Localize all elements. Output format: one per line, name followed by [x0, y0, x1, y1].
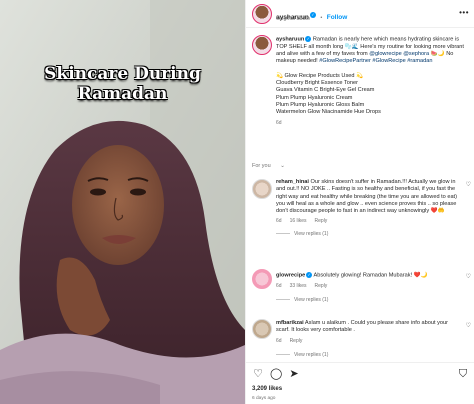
commenter-avatar[interactable]: [252, 179, 272, 199]
comment-time: 6d: [276, 337, 282, 344]
comments-scroll-area[interactable]: aysharuun ✓ Ramadan is nearly here which …: [246, 29, 474, 360]
post-actions-bar: ♡ ◯ ➤ ⛉ 3,209 likes 6 days ago: [246, 362, 474, 404]
product-item: Watermelon Glow Niacinamide Hue Drops: [276, 109, 381, 116]
comment-text: Absolutely glowing! Ramadan Mubarak! ❤️🌙: [313, 272, 428, 279]
reply-button[interactable]: Reply: [315, 283, 328, 289]
more-options-icon[interactable]: •••: [459, 8, 469, 17]
comment-item: glowrecipe ✓ Absolutely glowing! Ramadan …: [276, 272, 461, 304]
comment-likes[interactable]: 16 likes: [290, 218, 307, 224]
caption-avatar[interactable]: [252, 35, 272, 55]
product-item: Plum Plump Hyaluronic Gloss Balm: [276, 101, 365, 108]
post-likes-count[interactable]: 3,209 likes: [252, 386, 282, 392]
follow-button[interactable]: Follow: [327, 14, 348, 21]
view-replies-button[interactable]: View replies (1): [276, 352, 461, 359]
post-side-panel: aysharuun ✓ • Follow Original audio ••• a…: [245, 0, 474, 404]
verified-badge-icon: ✓: [305, 36, 312, 42]
for-you-label[interactable]: For you ⌄: [252, 163, 293, 169]
commenter-avatar[interactable]: [252, 269, 272, 289]
post-header: aysharuun ✓ • Follow Original audio •••: [246, 0, 474, 28]
caption-time: 6d: [276, 120, 282, 127]
view-replies-button[interactable]: View replies (1): [276, 297, 461, 304]
like-heart-icon[interactable]: ♡: [252, 368, 264, 380]
comment-item: reham_hinai Our skins doesn't suffer in …: [276, 179, 461, 238]
caption-mentions[interactable]: @glowrecipe @sephora: [369, 51, 429, 57]
comment-meta: 6d Reply: [276, 338, 461, 345]
like-comment-heart-icon[interactable]: ♡: [466, 273, 471, 280]
view-replies-button[interactable]: View replies (1): [276, 231, 461, 238]
verified-badge-icon: ✓: [306, 272, 313, 278]
post-time-ago: 6 days ago: [252, 396, 276, 401]
comment-username[interactable]: glowrecipe: [276, 272, 305, 278]
product-item: Plum Plump Hyaluronic Cream: [276, 94, 353, 101]
reply-button[interactable]: Reply: [315, 218, 328, 224]
caption-hashtags[interactable]: #GlowRecipePartner #GlowRecipe #ramadan: [319, 58, 432, 64]
verified-badge-icon: ✓: [309, 11, 316, 18]
comment-username[interactable]: reham_hinai: [276, 179, 309, 185]
share-send-icon[interactable]: ➤: [288, 368, 300, 380]
like-comment-heart-icon[interactable]: ♡: [466, 181, 471, 188]
comment-item: mfbarikzai Aslam u alaikum . Could you p…: [276, 320, 461, 359]
chevron-down-icon: ⌄: [280, 163, 285, 169]
comment-time: 6d: [276, 282, 282, 289]
comment-likes[interactable]: 33 likes: [290, 283, 307, 289]
dot-separator: •: [320, 15, 323, 21]
author-avatar[interactable]: [252, 4, 272, 24]
comment-bubble-icon[interactable]: ◯: [270, 368, 282, 380]
post-photo: [0, 0, 245, 404]
video-overlay-title: Skincare During Ramadan: [0, 64, 245, 104]
save-bookmark-icon[interactable]: ⛉: [457, 368, 469, 380]
post-media[interactable]: Skincare During Ramadan: [0, 0, 245, 404]
overlay-title-line-2: Ramadan: [77, 84, 168, 104]
like-comment-heart-icon[interactable]: ♡: [466, 322, 471, 329]
product-item: Guava Vitamin C Bright-Eye Gel Cream: [276, 87, 375, 94]
caption-text: aysharuun ✓ Ramadan is nearly here which …: [276, 36, 469, 128]
comment-meta: 6d 33 likes Reply: [276, 283, 461, 290]
comment-time: 6d: [276, 218, 282, 225]
overlay-title-line-1: Skincare During: [44, 64, 201, 84]
for-you-text: For you: [252, 163, 271, 169]
audio-label[interactable]: Original audio: [276, 16, 310, 22]
caption-username[interactable]: aysharuun: [276, 36, 304, 42]
comment-meta: 6d 16 likes Reply: [276, 218, 461, 225]
commenter-avatar[interactable]: [252, 319, 272, 339]
products-title: 💫 Glow Recipe Products Used 💫: [276, 72, 363, 79]
reply-button[interactable]: Reply: [290, 338, 303, 344]
product-item: Cloudberry Bright Essence Toner: [276, 79, 358, 86]
comment-username[interactable]: mfbarikzai: [276, 320, 304, 326]
